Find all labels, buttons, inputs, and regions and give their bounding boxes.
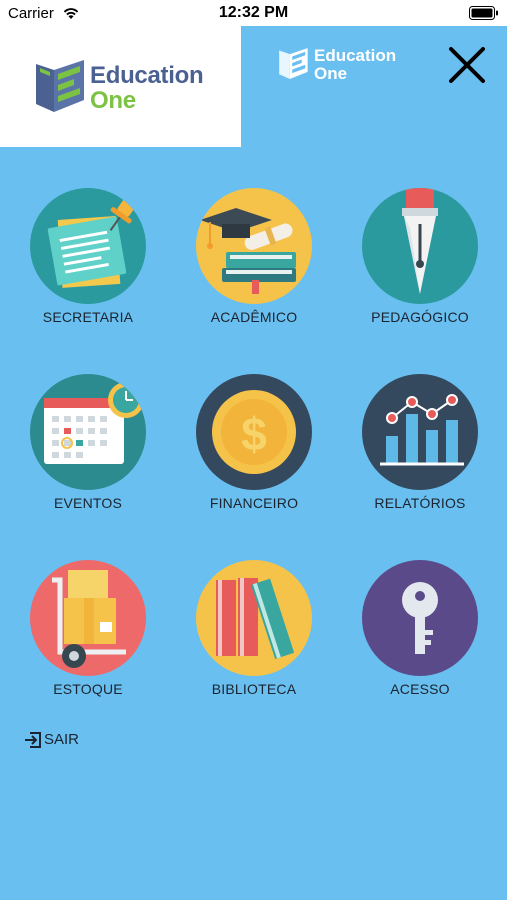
menu-item-estoque[interactable]: ESTOQUE bbox=[5, 560, 171, 720]
close-button[interactable] bbox=[446, 44, 488, 86]
menu-item-label: ESTOQUE bbox=[53, 681, 123, 697]
menu-item-label: RELATÓRIOS bbox=[374, 495, 466, 511]
logout-label: SAIR bbox=[44, 731, 80, 748]
notes-pin-icon bbox=[30, 188, 146, 304]
calendar-clock-icon bbox=[30, 374, 146, 490]
menu-item-biblioteca[interactable]: BIBLIOTECA bbox=[171, 560, 337, 720]
status-bar: Carrier 12:32 PM bbox=[0, 0, 507, 26]
menu-item-label: ACADÊMICO bbox=[210, 309, 298, 325]
header-logo: Education One bbox=[278, 44, 396, 87]
key-icon bbox=[362, 560, 478, 676]
menu-item-relatorios[interactable]: RELATÓRIOS bbox=[337, 374, 503, 534]
menu-item-label: BIBLIOTECA bbox=[211, 681, 297, 697]
svg-text:$: $ bbox=[241, 408, 267, 460]
menu-item-label: SECRETARIA bbox=[42, 309, 134, 325]
menu-item-label: FINANCEIRO bbox=[209, 495, 299, 511]
education-one-logo-icon bbox=[36, 60, 84, 112]
header-brand-line1: Education bbox=[314, 46, 397, 65]
brand-name-line1: Education bbox=[90, 62, 204, 89]
menu-item-secretaria[interactable]: SECRETARIA bbox=[5, 188, 171, 348]
menu-item-acesso[interactable]: ACESSO bbox=[337, 560, 503, 720]
menu-item-label: PEDAGÓGICO bbox=[371, 309, 469, 325]
bar-chart-icon bbox=[362, 374, 478, 490]
logout-icon bbox=[25, 732, 41, 748]
books-icon bbox=[196, 560, 312, 676]
graduation-books-icon bbox=[196, 188, 312, 304]
hand-truck-icon bbox=[30, 560, 146, 676]
education-one-header-icon bbox=[279, 48, 308, 79]
menu-item-academico[interactable]: ACADÊMICO bbox=[171, 188, 337, 348]
fountain-pen-icon bbox=[362, 188, 478, 304]
dollar-coin-icon: $ bbox=[196, 374, 312, 490]
header-brand-line2: One bbox=[314, 64, 348, 83]
logo-panel: Education One bbox=[0, 26, 241, 147]
battery-icon bbox=[469, 6, 498, 20]
menu-item-label: ACESSO bbox=[390, 681, 450, 697]
menu-item-eventos[interactable]: EVENTOS bbox=[5, 374, 171, 534]
clock: 12:32 PM bbox=[218, 4, 289, 21]
menu-item-financeiro[interactable]: $ FINANCEIRO bbox=[171, 374, 337, 534]
brand-name-line2: One bbox=[90, 87, 136, 114]
menu-item-pedagogico[interactable]: PEDAGÓGICO bbox=[337, 188, 503, 348]
close-icon bbox=[449, 47, 485, 83]
menu-item-label: EVENTOS bbox=[53, 495, 123, 511]
